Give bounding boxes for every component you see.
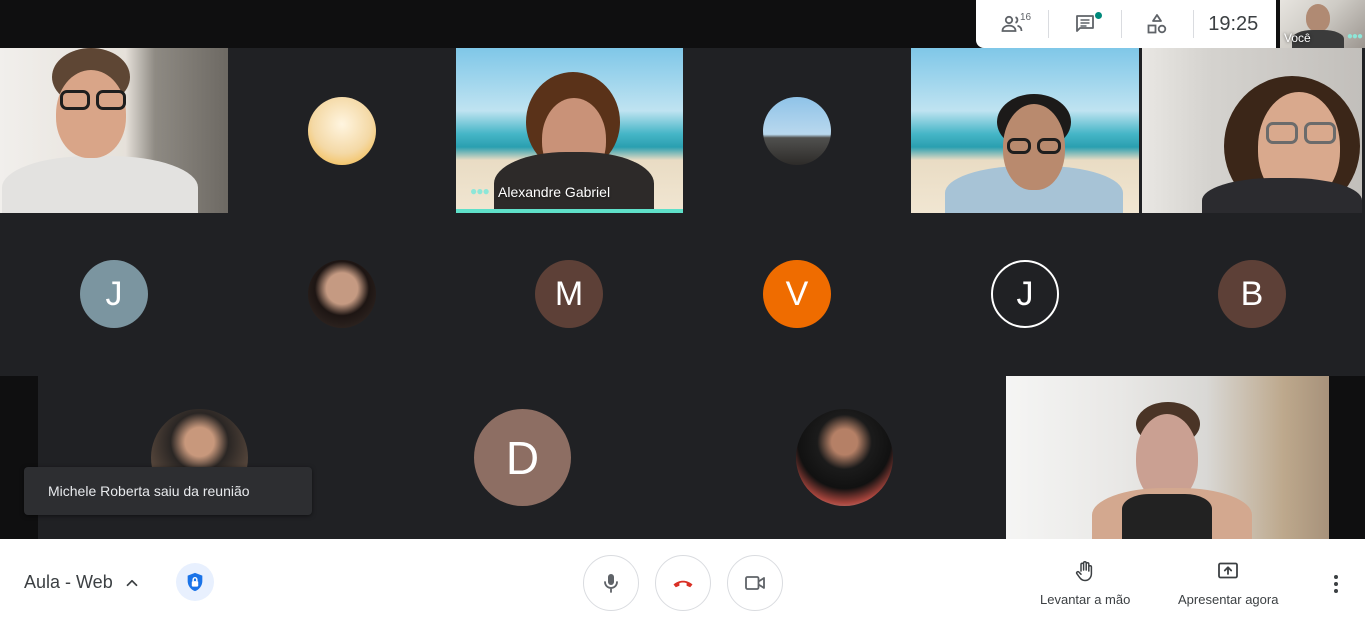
anime-avatar bbox=[308, 97, 376, 165]
participant-avatar[interactable]: J bbox=[991, 260, 1059, 328]
shapes-icon bbox=[1147, 14, 1167, 34]
participants-button[interactable]: 16 bbox=[976, 0, 1048, 48]
participant-tile-video[interactable] bbox=[1142, 48, 1362, 213]
participant-avatar[interactable]: J bbox=[80, 260, 148, 328]
meeting-info-panel: 16 19:25 bbox=[976, 0, 1276, 48]
participant-avatar[interactable]: V bbox=[763, 260, 831, 328]
participant-tile-avatar[interactable] bbox=[228, 48, 456, 213]
host-controls-button[interactable] bbox=[176, 563, 214, 601]
participant-tile-avatar[interactable] bbox=[683, 48, 911, 213]
meeting-clock: 19:25 bbox=[1208, 12, 1259, 35]
chat-unread-dot bbox=[1094, 12, 1102, 19]
participant-tile-video[interactable] bbox=[911, 48, 1139, 213]
self-video-person bbox=[1306, 4, 1330, 32]
present-screen-icon bbox=[1218, 562, 1239, 579]
more-options-button[interactable] bbox=[1323, 569, 1349, 599]
microphone-icon bbox=[604, 574, 618, 593]
participant-tile-video[interactable] bbox=[1006, 376, 1329, 539]
meeting-title: Aula - Web bbox=[24, 572, 113, 592]
leave-call-button[interactable] bbox=[655, 555, 711, 611]
self-view-tile[interactable]: Você ●●● bbox=[1280, 0, 1365, 48]
participant-tile-speaker[interactable]: ●●● Alexandre Gabriel bbox=[456, 48, 683, 213]
meeting-details-toggle[interactable] bbox=[118, 569, 146, 597]
participant-name: Alexandre Gabriel bbox=[498, 184, 611, 200]
audio-level-icon: ●●● bbox=[1346, 31, 1363, 42]
camera-button[interactable] bbox=[727, 555, 783, 611]
participant-photo-avatar[interactable] bbox=[308, 260, 376, 328]
speaking-indicator-icon: ●●● bbox=[470, 184, 490, 198]
shield-lock-icon bbox=[187, 572, 203, 592]
participant-avatar[interactable]: M bbox=[535, 260, 603, 328]
chat-button[interactable] bbox=[1049, 0, 1121, 48]
statue-avatar bbox=[763, 97, 831, 165]
participant-photo-avatar[interactable] bbox=[796, 409, 893, 506]
active-speaker-bar bbox=[456, 209, 683, 213]
notification-toast: Michele Roberta saiu da reunião bbox=[24, 467, 312, 515]
activities-button[interactable] bbox=[1122, 0, 1194, 48]
participant-avatar[interactable]: B bbox=[1218, 260, 1286, 328]
raise-hand-label: Levantar a mão bbox=[1040, 592, 1131, 607]
present-now-label: Apresentar agora bbox=[1178, 592, 1279, 607]
grid-gutter bbox=[1329, 376, 1365, 539]
participant-tile-video[interactable] bbox=[0, 48, 228, 213]
hang-up-icon bbox=[673, 580, 693, 588]
mic-button[interactable] bbox=[583, 555, 639, 611]
hand-icon bbox=[1076, 561, 1093, 582]
participant-avatar[interactable]: D bbox=[474, 409, 571, 506]
toast-message: Michele Roberta saiu da reunião bbox=[48, 483, 250, 499]
more-vertical-icon bbox=[1334, 575, 1338, 593]
chat-icon bbox=[1075, 15, 1094, 32]
chevron-up-icon bbox=[126, 579, 138, 587]
bottom-control-bar: Aula - Web Levantar a mão Apresentar ago… bbox=[0, 539, 1365, 622]
video-camera-icon bbox=[745, 576, 765, 590]
self-label: Você bbox=[1284, 31, 1311, 45]
raise-hand-button[interactable]: Levantar a mão bbox=[1040, 559, 1130, 607]
present-now-button[interactable]: Apresentar agora bbox=[1178, 559, 1278, 607]
participants-count: 16 bbox=[1020, 12, 1032, 23]
